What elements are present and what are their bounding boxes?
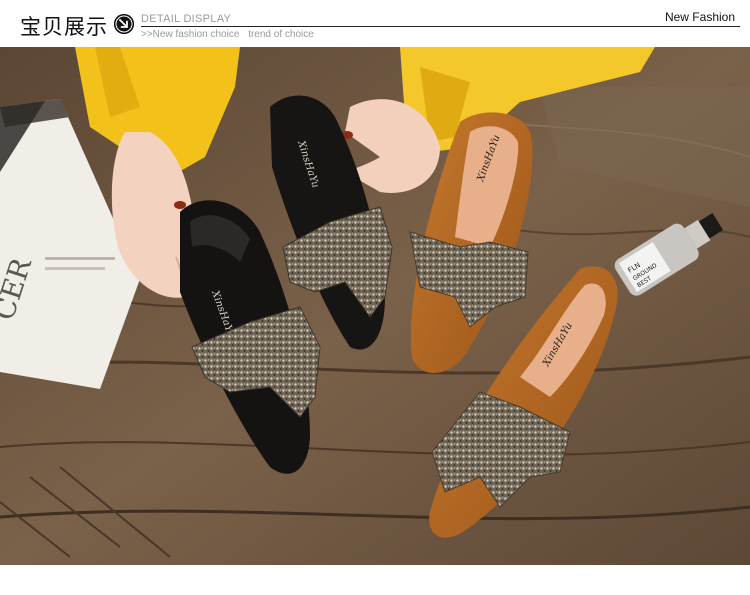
shoes-scene-illustration: CER XinsHaYu XinsHaYu XinsHaYu XinsHaYu … bbox=[0, 47, 750, 565]
circle-arrow-down-right-icon bbox=[114, 14, 134, 34]
header-bar: 宝贝展示 DETAIL DISPLAY >>New fashion choice… bbox=[0, 0, 750, 46]
section-title: 宝贝展示 bbox=[20, 15, 108, 39]
header-subtitle: >>New fashion choice trend of choice bbox=[141, 29, 314, 40]
header-divider bbox=[141, 26, 740, 27]
product-photo: CER XinsHaYu XinsHaYu XinsHaYu XinsHaYu … bbox=[0, 47, 750, 565]
new-fashion-label: New Fashion bbox=[664, 10, 735, 24]
detail-display-label: DETAIL DISPLAY bbox=[141, 13, 232, 25]
subtitle-trend-choice: trend of choice bbox=[248, 29, 314, 40]
subtitle-fashion-choice: >>New fashion choice bbox=[141, 29, 240, 40]
